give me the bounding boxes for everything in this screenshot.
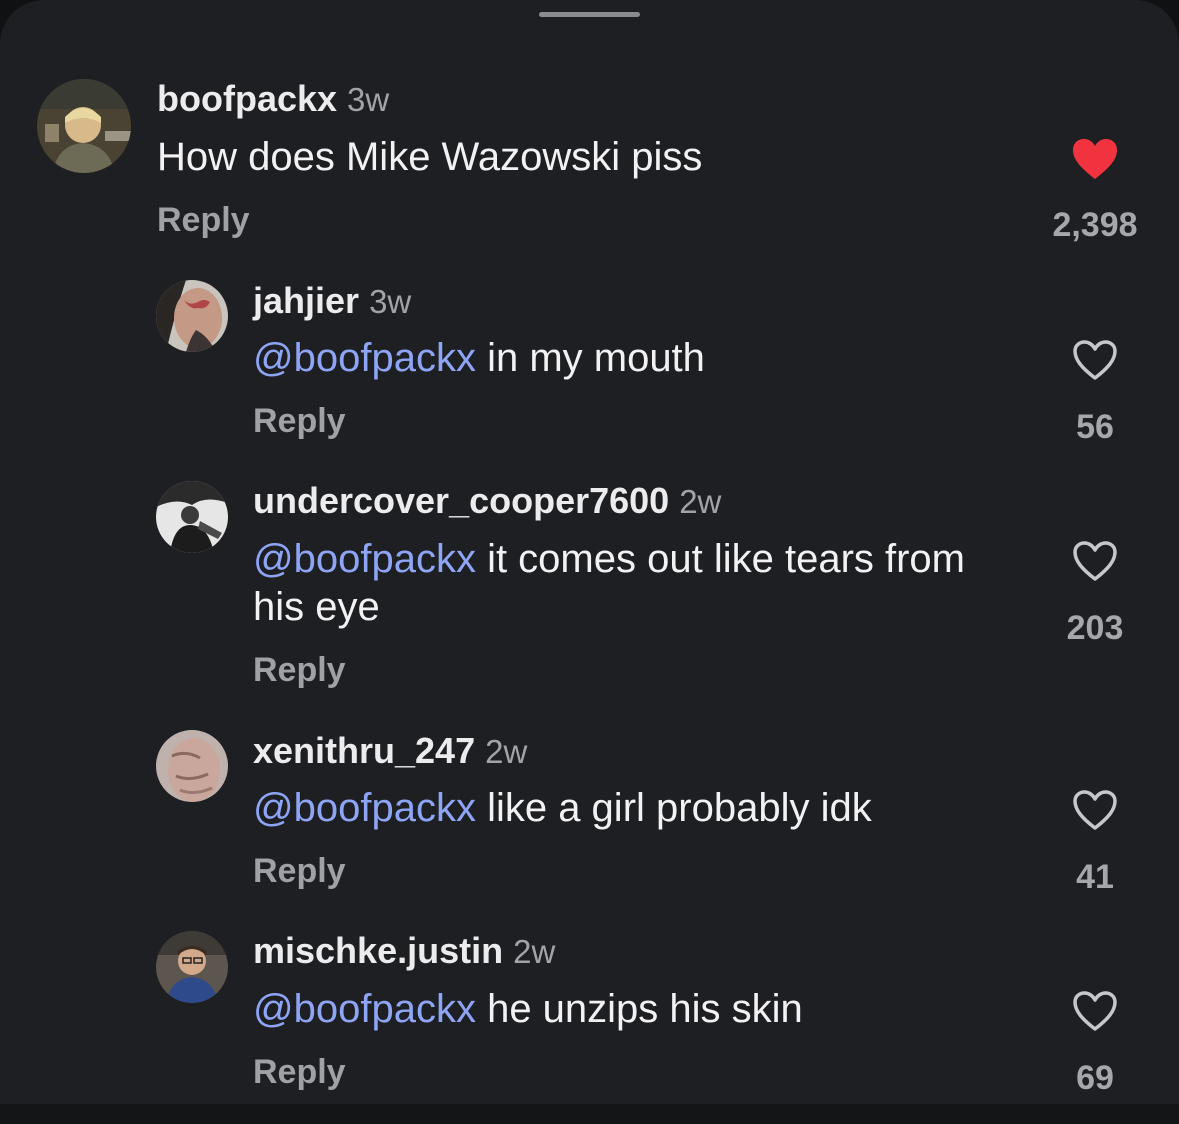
- comment-username[interactable]: mischke.justin: [253, 930, 503, 971]
- user-avatar-icon[interactable]: [156, 280, 228, 352]
- comment-body: How does Mike Wazowski piss: [157, 135, 703, 179]
- comment-text: How does Mike Wazowski piss: [157, 133, 997, 181]
- heart-outline-icon[interactable]: [1071, 539, 1119, 583]
- reply-button[interactable]: Reply: [253, 651, 346, 690]
- comment-time: 3w: [347, 81, 390, 118]
- user-avatar-icon[interactable]: [156, 730, 228, 802]
- comment-text: @boofpackx it comes out like tears from …: [253, 535, 993, 631]
- comment-time: 3w: [369, 283, 412, 320]
- comment-body: like a girl probably idk: [475, 786, 872, 830]
- comment-time: 2w: [513, 933, 556, 970]
- comment-mention[interactable]: @boofpackx: [253, 987, 476, 1031]
- comment-text: @boofpackx in my mouth: [253, 334, 1013, 382]
- like-count: 203: [1066, 609, 1124, 647]
- comment-text: @boofpackx he unzips his skin: [253, 985, 1013, 1033]
- comment-username[interactable]: jahjier: [253, 280, 359, 321]
- user-avatar-icon[interactable]: [156, 481, 228, 553]
- comment-username[interactable]: boofpackx: [157, 78, 337, 119]
- comment-time: 2w: [485, 733, 528, 770]
- heart-outline-icon[interactable]: [1071, 338, 1119, 382]
- heart-outline-icon[interactable]: [1071, 989, 1119, 1033]
- sheet-drag-handle[interactable]: [539, 12, 640, 17]
- like-count: 56: [1076, 408, 1114, 446]
- comment-body: in my mouth: [475, 336, 705, 380]
- reply-button[interactable]: Reply: [253, 852, 346, 891]
- reply-button[interactable]: Reply: [253, 402, 346, 441]
- comment-mention[interactable]: @boofpackx: [253, 336, 476, 380]
- comment-mention[interactable]: @boofpackx: [253, 537, 476, 581]
- comment-time: 2w: [679, 483, 722, 520]
- user-avatar-icon[interactable]: [156, 931, 228, 1003]
- comment-meta: undercover_cooper7600 2w: [253, 480, 721, 522]
- comment-username[interactable]: xenithru_247: [253, 730, 475, 771]
- like-count: 69: [1076, 1059, 1114, 1097]
- like-count: 2,398: [1052, 206, 1138, 244]
- comment-meta: xenithru_247 2w: [253, 730, 527, 772]
- reply-button[interactable]: Reply: [157, 201, 250, 240]
- bottom-edge: [0, 1104, 1179, 1124]
- reply-button[interactable]: Reply: [253, 1053, 346, 1092]
- heart-outline-icon[interactable]: [1071, 788, 1119, 832]
- user-avatar-icon[interactable]: [37, 79, 131, 173]
- comment-meta: boofpackx 3w: [157, 78, 389, 120]
- comment-text: @boofpackx like a girl probably idk: [253, 784, 1013, 832]
- comment-body: he unzips his skin: [475, 987, 803, 1031]
- comments-sheet: boofpackx 3w How does Mike Wazowski piss …: [0, 0, 1179, 1104]
- like-count: 41: [1076, 858, 1114, 896]
- comment-username[interactable]: undercover_cooper7600: [253, 480, 669, 521]
- comment-meta: mischke.justin 2w: [253, 930, 555, 972]
- heart-filled-icon[interactable]: [1071, 137, 1119, 181]
- comment-mention[interactable]: @boofpackx: [253, 786, 476, 830]
- comment-meta: jahjier 3w: [253, 280, 411, 322]
